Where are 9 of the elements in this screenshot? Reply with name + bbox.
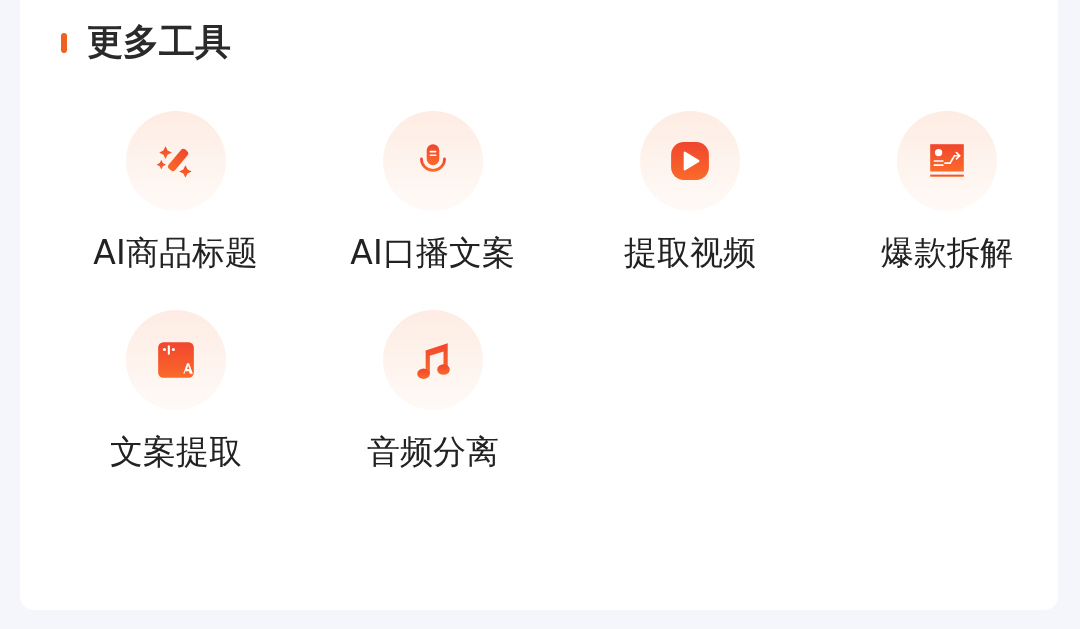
tool-label[interactable]: 文案提取 xyxy=(109,430,242,475)
accent-bar xyxy=(61,32,67,53)
tool-label[interactable]: AI商品标题 xyxy=(93,231,258,276)
tool-label[interactable]: 音频分离 xyxy=(366,430,499,475)
play-icon xyxy=(668,140,711,182)
tool-label[interactable]: 爆款拆解 xyxy=(880,231,1013,276)
tool-label[interactable]: AI口播文案 xyxy=(350,231,515,276)
tool-label[interactable]: 提取视频 xyxy=(623,231,756,276)
section-title: 更多工具 xyxy=(87,20,231,64)
